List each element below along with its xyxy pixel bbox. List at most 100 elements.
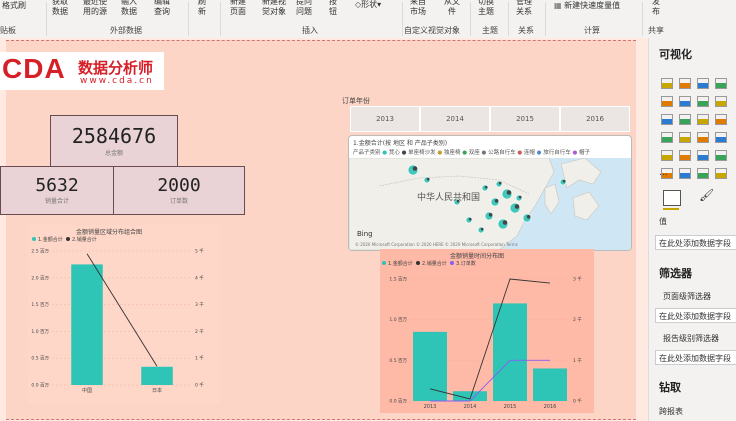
legend-dot: ● <box>534 150 544 156</box>
map-bubble-slice <box>514 204 520 209</box>
chart-time-combo[interactable]: 金额销量时间分布图 1.金额合计 2.销量合计 3.订单数 0.0 百万 0.5 百万 1… <box>380 249 594 413</box>
visual-type-icon[interactable] <box>697 114 709 125</box>
map-visual[interactable]: 1.金额合计(按 地区 和 产品子类别) 产品子类别 ● 凳心 ● 单座椅沙发 … <box>348 135 632 251</box>
chart1-svg[interactable]: 1.金额合计 2.销量合计 0.0 百万 0.5 百万 1.0 百万 1.5 百万 2.0 … <box>28 235 220 403</box>
paint-roller-icon[interactable]: 🖌 <box>699 188 714 202</box>
new-visual-button[interactable]: 新建视 觉对象 <box>262 0 286 17</box>
from-file-button[interactable]: 从文 件 <box>444 0 460 17</box>
kpi-orders-value: 2000 <box>157 175 201 196</box>
bar-中国[interactable] <box>71 264 103 385</box>
publish-button[interactable]: 发 布 <box>652 0 660 17</box>
visual-type-icon[interactable] <box>679 150 691 161</box>
fields-icon[interactable] <box>663 190 681 206</box>
switch-theme-button[interactable]: 切换 主题 <box>478 0 494 17</box>
slicer-year-2015[interactable]: 2015 <box>490 106 560 132</box>
visualizations-pane: 可视化 ... 🖌 值 在此处添加数据字段 筛选器 页面级筛选器 在此处添加数据… <box>648 38 736 421</box>
visual-type-icon[interactable] <box>697 132 709 143</box>
new-page-button[interactable]: 新建 页面 <box>230 0 246 17</box>
visual-type-icon[interactable] <box>715 114 727 125</box>
slicer-year-2016[interactable]: 2016 <box>560 106 630 132</box>
visual-type-icon[interactable] <box>679 114 691 125</box>
relations-group-label: 关系 <box>518 26 534 35</box>
chart-region-combo[interactable]: 金额销量区域分布组合图 1.金额合计 2.销量合计 0.0 百万 0.5 百万 1.0 … <box>28 225 220 403</box>
report-filters-label: 报告级别筛选器 <box>663 334 719 343</box>
values-field-well[interactable]: 在此处添加数据字段 <box>655 235 736 250</box>
visual-type-icon[interactable] <box>697 78 709 89</box>
map-legend-item: 旅行自行车 <box>543 150 571 156</box>
visual-type-icon[interactable] <box>661 114 673 125</box>
map-legend-item: 单座椅沙发 <box>408 150 436 156</box>
bar-2015[interactable] <box>493 303 527 401</box>
kpi-total-label: 总金额 <box>104 150 123 157</box>
refresh-button[interactable]: 刷 新 <box>198 0 206 17</box>
legend-dot: ● <box>515 150 524 156</box>
new-quick-measure-button[interactable]: ▦ 新建快速度量值 <box>554 1 620 11</box>
ribbon-separator <box>220 2 221 36</box>
visual-type-icon[interactable] <box>661 96 673 107</box>
kpi-card-orders[interactable]: 2000 订单数 <box>113 166 245 215</box>
buttons-button[interactable]: 按 钮 <box>329 0 337 17</box>
bar-2013[interactable] <box>413 331 447 401</box>
shapes-label: 形状 <box>361 0 378 9</box>
kpi-card-total[interactable]: 2584676 总金额 <box>50 115 178 167</box>
map-canvas[interactable]: 中华人民共和国 Bing © 2020 Microsoft Corporatio… <box>349 158 631 250</box>
y-tick-right: 0 千 <box>573 398 582 405</box>
legend-label: 2.销量合计 <box>72 236 97 243</box>
x-tick-label: 2013 <box>424 404 437 410</box>
visual-type-icon[interactable] <box>697 168 709 179</box>
visual-type-icon[interactable] <box>715 78 727 89</box>
visual-type-icon[interactable] <box>715 168 727 179</box>
x-tick-label: 日本 <box>152 387 162 394</box>
map-bubble-slice <box>426 177 430 181</box>
recent-sources-button[interactable]: 最近使 用的源 <box>83 0 107 17</box>
report-filter-field-well[interactable]: 在此处添加数据字段 <box>655 350 736 365</box>
slicer-year-2013[interactable]: 2013 <box>350 106 420 132</box>
series-line-2[interactable] <box>430 359 550 402</box>
edit-queries-button[interactable]: 编辑 查询 <box>154 0 170 17</box>
visual-type-icon[interactable] <box>715 132 727 143</box>
visual-type-icon[interactable] <box>697 150 709 161</box>
legend-dot: ● <box>460 150 469 156</box>
kpi-card-quantity[interactable]: 5632 销量合计 <box>0 166 114 215</box>
visual-type-icon[interactable] <box>661 132 673 143</box>
enter-data-button[interactable]: 输入 数据 <box>121 0 137 17</box>
y-tick-right: 5 千 <box>195 248 204 255</box>
new-quick-measure-label: 新建快速度量值 <box>564 1 621 10</box>
format-painter-button[interactable]: 格式刷 <box>2 1 26 11</box>
legend-dot: ● <box>399 150 409 156</box>
chart2-svg[interactable]: 1.金额合计 2.销量合计 3.订单数 0.0 百万 0.5 百万 1.0 百万 1.5 百… <box>380 259 594 413</box>
visual-type-icon[interactable] <box>697 96 709 107</box>
visual-type-icon[interactable] <box>715 150 727 161</box>
logo-mark: CDA <box>2 53 66 84</box>
y-tick-left: 1.5 百万 <box>389 277 407 283</box>
more-visuals-button[interactable]: ... <box>659 168 668 178</box>
cda-logo: CDA 数据分析师 www.cda.cn <box>0 52 164 90</box>
get-data-button[interactable]: 获取 数据 <box>52 0 68 17</box>
bar-日本[interactable] <box>141 366 173 385</box>
bar-2016[interactable] <box>533 368 567 401</box>
map-bubble-slice <box>526 215 531 219</box>
visual-type-icon[interactable] <box>715 96 727 107</box>
visual-type-icon[interactable] <box>679 168 691 179</box>
manage-relations-button[interactable]: 管理 关系 <box>516 0 532 17</box>
visual-type-icon[interactable] <box>679 132 691 143</box>
visual-type-icon[interactable] <box>679 96 691 107</box>
marketplace-button[interactable]: 来自 市场 <box>410 0 426 17</box>
ask-question-button[interactable]: 提问 问题 <box>296 0 312 17</box>
map-legend-item: 独座椅 <box>443 150 461 156</box>
legend-label: 2.销量合计 <box>422 260 447 267</box>
slicer-year-2014[interactable]: 2014 <box>420 106 490 132</box>
logo-url: www.cda.cn <box>80 76 154 86</box>
fields-tab-indicator <box>663 208 679 210</box>
map-bubble-slice <box>506 190 512 195</box>
page-filter-field-well[interactable]: 在此处添加数据字段 <box>655 308 736 323</box>
visual-type-icon[interactable] <box>661 78 673 89</box>
visual-type-icon[interactable] <box>661 150 673 161</box>
kpi-quantity-value: 5632 <box>35 175 79 196</box>
shapes-button[interactable]: ◇形状▾ <box>355 0 381 10</box>
map-bubble-slice <box>494 199 499 203</box>
visual-type-icon[interactable] <box>679 78 691 89</box>
legend-marker <box>450 261 454 265</box>
insert-group-label: 插入 <box>302 26 318 35</box>
x-tick-label: 2015 <box>504 404 517 410</box>
